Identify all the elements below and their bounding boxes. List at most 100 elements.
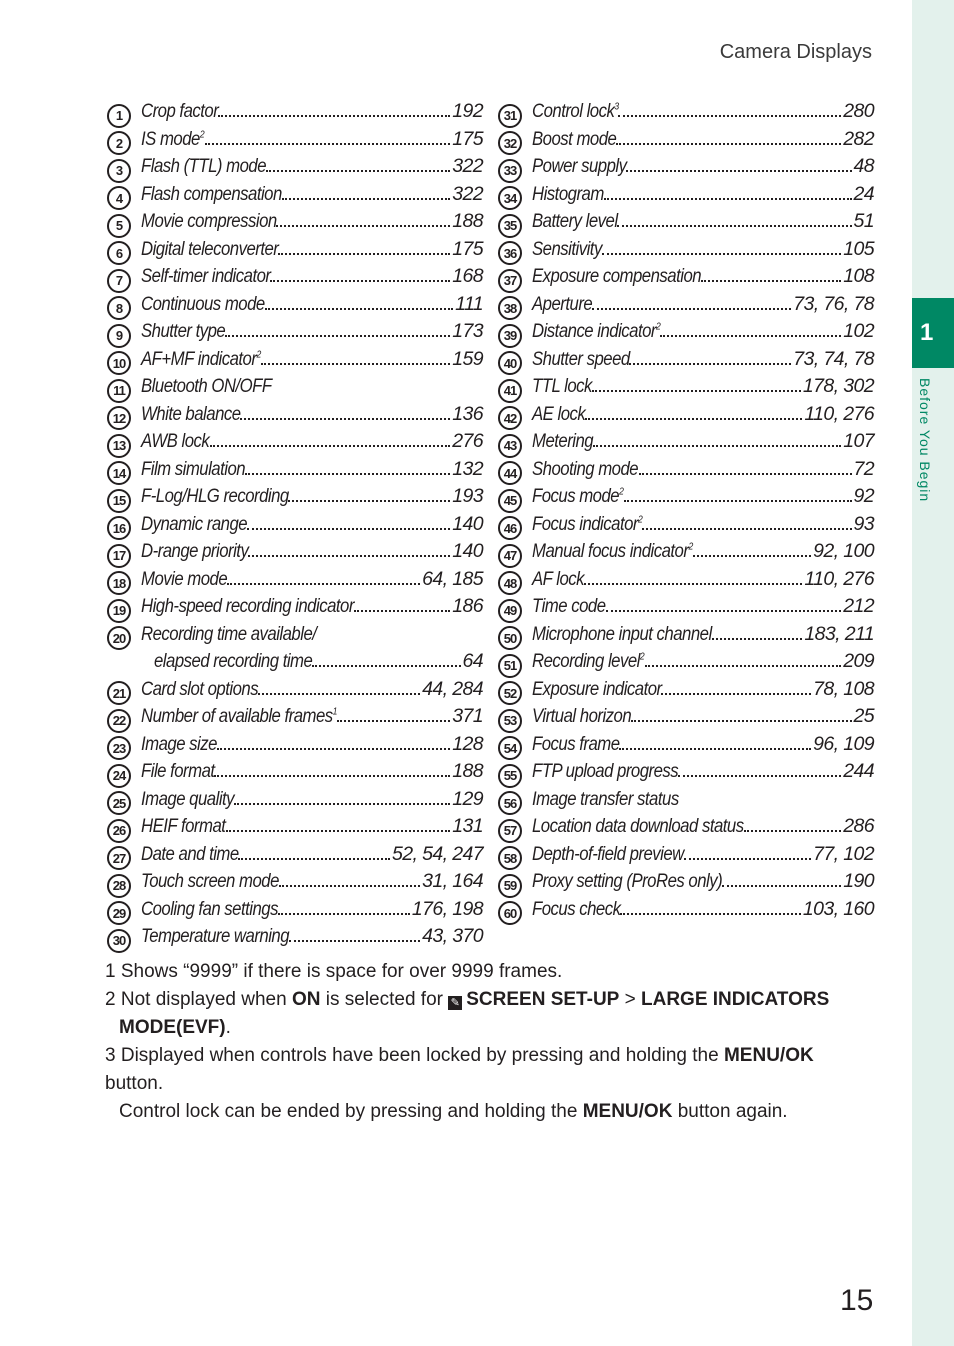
legend-entry: 59 Proxy setting (ProRes only) 190 — [498, 870, 875, 898]
page-reference-link[interactable]: 286 — [843, 815, 874, 838]
page-reference-link[interactable]: 159 — [452, 348, 483, 371]
entry-label: Touch screen mode — [141, 870, 279, 892]
page-reference-link[interactable]: 64 — [463, 650, 484, 673]
page-reference-link[interactable]: 175 — [452, 128, 483, 151]
page-reference-link[interactable]: 129 — [452, 788, 483, 811]
footnote-ref: 2 — [637, 514, 643, 525]
page-reference-link[interactable]: 96, 109 — [813, 733, 874, 756]
legend-entry: 15 F-Log/HLG recording 193 — [107, 485, 484, 513]
page-reference-link[interactable]: 178, 302 — [803, 375, 875, 398]
page-reference-link[interactable]: 51 — [854, 210, 875, 233]
page-reference-link[interactable]: 110, 276 — [804, 568, 874, 591]
page-reference-link[interactable]: 136 — [452, 403, 483, 426]
leader-dots — [593, 445, 842, 447]
entry-label: F-Log/HLG recording — [141, 485, 289, 507]
callout-number-icon: 42 — [498, 406, 522, 430]
page-reference-link[interactable]: 168 — [452, 265, 483, 288]
page-number: 15 — [840, 1284, 874, 1317]
leader-dots — [217, 747, 451, 750]
legend-entry: 49 Time code 212 — [498, 595, 875, 623]
entry-label: Image quality — [141, 787, 235, 810]
page-reference-link[interactable]: 108 — [843, 265, 874, 288]
page-reference-link[interactable]: 209 — [843, 650, 874, 673]
page-reference-link[interactable]: 72 — [854, 458, 875, 481]
page-reference-link[interactable]: 92 — [854, 485, 875, 508]
page-reference-link[interactable]: 175 — [452, 238, 483, 261]
page-reference-link[interactable]: 111 — [455, 293, 483, 316]
leader-dots — [661, 692, 812, 695]
page-reference-link[interactable]: 52, 54, 247 — [392, 843, 484, 866]
entry-label: Film simulation — [141, 457, 246, 480]
page-reference-link[interactable]: 183, 211 — [804, 623, 874, 646]
callout-number-icon: 47 — [498, 543, 522, 568]
entry-label: Distance indicator2 — [532, 320, 661, 342]
callout-number-icon: 56 — [498, 791, 522, 815]
entry-label: IS mode2 — [141, 127, 205, 150]
page-reference-link[interactable]: 25 — [854, 705, 875, 728]
page-reference-link[interactable]: 173 — [452, 320, 483, 343]
leader-dots — [629, 362, 792, 365]
legend-entry: 3 Flash (TTL) mode 322 — [107, 155, 484, 183]
leader-dots — [692, 555, 812, 557]
legend-entry: 14 Film simulation 132 — [107, 457, 484, 485]
page-reference-link[interactable]: 128 — [452, 733, 483, 756]
leader-dots — [240, 417, 451, 420]
page-reference-link[interactable]: 105 — [843, 238, 874, 261]
footnote-ref: 2 — [256, 349, 261, 360]
page-reference-link[interactable]: 192 — [452, 100, 483, 123]
callout-number-icon: 38 — [498, 296, 522, 320]
page-reference-link[interactable]: 43, 370 — [422, 925, 483, 948]
page-reference-link[interactable]: 186 — [452, 595, 483, 618]
page-reference-link[interactable]: 282 — [843, 128, 874, 151]
callout-number-icon: 26 — [107, 818, 131, 843]
entry-label: High-speed recording indicator — [141, 595, 354, 617]
page-reference-link[interactable]: 31, 164 — [422, 870, 483, 893]
footnote-ref: 2 — [656, 321, 661, 333]
page-reference-link[interactable]: 103, 160 — [803, 898, 875, 921]
callout-number-icon: 10 — [107, 351, 131, 375]
page-reference-link[interactable]: 64, 185 — [422, 568, 483, 591]
legend-entry: 39 Distance indicator2 102 — [498, 320, 875, 348]
callout-number-icon: 8 — [107, 296, 131, 320]
page-reference-link[interactable]: 132 — [452, 458, 483, 481]
page-reference-link[interactable]: 140 — [452, 540, 483, 563]
page-reference-link[interactable]: 280 — [843, 100, 874, 123]
page-reference-link[interactable]: 322 — [452, 155, 483, 178]
page-reference-link[interactable]: 188 — [452, 760, 483, 783]
page-reference-link[interactable]: 78, 108 — [813, 678, 874, 701]
callout-number-icon: 59 — [498, 873, 522, 898]
page-reference-link[interactable]: 44, 284 — [422, 678, 483, 701]
page-reference-link[interactable]: 107 — [843, 430, 874, 453]
entry-label: Movie mode — [141, 567, 228, 590]
page-reference-link[interactable]: 24 — [854, 183, 875, 206]
page-reference-link[interactable]: 73, 74, 78 — [793, 348, 874, 371]
page-reference-link[interactable]: 176, 198 — [412, 898, 484, 921]
entry-label: Metering — [532, 430, 594, 452]
page-reference-link[interactable]: 92, 100 — [813, 540, 874, 563]
leader-dots — [247, 527, 451, 530]
entry-label: Image size — [141, 732, 217, 755]
page-reference-link[interactable]: 131 — [452, 815, 483, 838]
page-reference-link[interactable]: 322 — [452, 183, 483, 206]
page-reference-link[interactable]: 48 — [854, 155, 875, 178]
entry-label: Digital teleconverter — [141, 237, 279, 260]
page-reference-link[interactable]: 102 — [843, 320, 874, 343]
legend-entry: 52 Exposure indicator 78, 108 — [498, 678, 875, 705]
page-reference-link[interactable]: 190 — [843, 870, 874, 893]
footnote-ref: 2 — [688, 541, 693, 553]
page-reference-link[interactable]: 73, 76, 78 — [793, 293, 874, 316]
page-reference-link[interactable]: 193 — [452, 485, 483, 508]
page-reference-link[interactable]: 110, 276 — [804, 403, 874, 426]
page-reference-link[interactable]: 140 — [452, 513, 483, 536]
page-reference-link[interactable]: 212 — [843, 595, 874, 618]
page-reference-link[interactable]: 77, 102 — [813, 843, 874, 866]
leader-dots — [616, 142, 842, 145]
page-reference-link[interactable]: 244 — [843, 760, 874, 783]
page-reference-link[interactable]: 188 — [452, 210, 483, 233]
page-reference-link[interactable]: 93 — [854, 513, 875, 536]
leader-dots — [619, 747, 812, 750]
page-reference-link[interactable]: 276 — [452, 430, 483, 453]
chapter-tab[interactable]: 1 — [912, 298, 954, 368]
page-reference-link[interactable]: 371 — [452, 705, 483, 728]
leader-dots — [644, 665, 842, 667]
